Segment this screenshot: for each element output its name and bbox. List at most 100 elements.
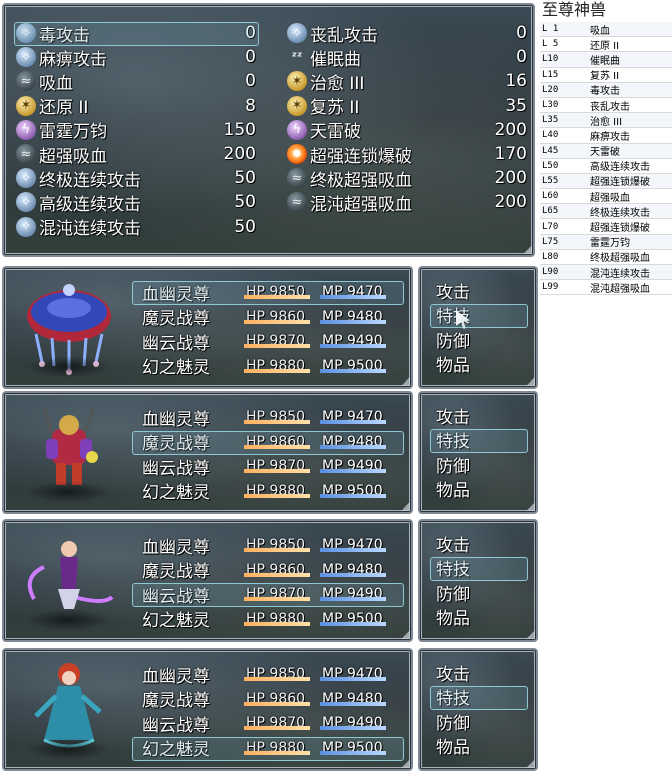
skill-item[interactable]: ✶ 治愈 III 16 [287,69,527,94]
skill-cost: 170 [494,144,527,165]
learn-table-row: L 5 还原 II [540,37,672,53]
party-member-row[interactable]: 血幽灵尊 HP 9850 MP 9470 [132,280,404,305]
skill-name: 终极连续攻击 [39,170,141,191]
skill-name: 终极超强吸血 [310,170,412,191]
thunder-icon: ϟ [287,119,307,140]
skill-item[interactable]: ✧ 丧乱攻击 0 [287,21,527,46]
skill-cost: 50 [234,168,256,189]
learn-level: L40 [542,130,559,141]
skill-item[interactable]: ✧ 毒攻击 0 [14,21,259,47]
skill-name: 超强连锁爆破 [310,146,412,167]
skill-cost: 200 [494,168,527,189]
combo-icon: ✧ [16,216,36,237]
party-member-row[interactable]: 魔灵战尊 HP 9860 MP 9480 [132,687,402,711]
command-defend[interactable]: 防御 [430,709,530,734]
command-attack[interactable]: 攻击 [430,278,530,303]
skill-item[interactable]: ✹ 超强连锁爆破 170 [287,142,527,167]
sleep-icon: ᶻᶻ [291,49,303,65]
party-member-row[interactable]: 幽云战尊 HP 9870 MP 9490 [132,329,402,354]
skill-item[interactable]: ≈ 混沌超强吸血 200 [287,190,527,215]
command-window: 攻击 特技 防御 物品 [418,519,538,642]
command-skill[interactable]: 特技 [430,556,530,580]
command-label: 物品 [436,738,470,759]
command-defend[interactable]: 防御 [430,580,530,605]
command-attack[interactable]: 攻击 [430,531,530,556]
skill-name: 催眠曲 [310,49,361,70]
learn-level: L90 [542,267,559,278]
party-member-row[interactable]: 幻之魅灵 HP 9880 MP 9500 [132,607,402,631]
party-member-row[interactable]: 幻之魅灵 HP 9880 MP 9500 [132,479,402,503]
skill-cost: 0 [245,47,256,68]
hp-value: HP 9860 [244,309,320,325]
party-member-row[interactable]: 幽云战尊 HP 9870 MP 9490 [132,582,404,607]
skill-name: 还原 II [39,98,89,119]
learn-level: L35 [542,115,559,126]
learn-table-row: L55 超强连锁爆破 [540,173,672,190]
command-window: 攻击 特技 防御 物品 [418,266,538,389]
learn-table-row: L40 麻痹攻击 [540,128,672,144]
party-member-row[interactable]: 血幽灵尊 HP 9850 MP 9470 [132,405,402,430]
command-item[interactable]: 物品 [430,734,530,759]
party-member-row[interactable]: 魔灵战尊 HP 9860 MP 9480 [132,430,404,454]
skill-item[interactable]: ≈ 终极超强吸血 200 [287,166,527,191]
command-item[interactable]: 物品 [430,477,530,502]
command-label: 物品 [436,481,470,502]
command-skill[interactable]: 特技 [430,428,530,452]
party-member-list: 血幽灵尊 HP 9850 MP 9470 魔灵战尊 HP 9860 MP 9480 幽云战尊… [132,533,404,631]
member-name: 幽云战尊 [142,715,210,736]
hp-value: HP 9880 [244,483,320,499]
party-member-row[interactable]: 幻之魅灵 HP 9880 MP 9500 [132,354,402,378]
skill-item[interactable]: ≈ 超强吸血 200 [16,142,256,167]
mp-value: MP 9490 [320,333,396,349]
command-item[interactable]: 物品 [430,352,530,376]
command-window: 攻击 特技 防御物品 [418,648,538,771]
party-member-row[interactable]: 幻之魅灵 HP 9880 MP 9500 [132,736,404,760]
command-skill[interactable]: 特技 [430,303,530,329]
skill-name: 天雷破 [310,122,361,143]
skill-item[interactable]: ᶻᶻ 催眠曲 0 [287,45,527,70]
command-attack[interactable]: 攻击 [430,403,530,428]
skill-item[interactable]: ✧ 麻痹攻击 0 [16,45,256,70]
mp-value: MP 9470 [320,409,396,425]
skill-item[interactable]: ϟ 雷霆万钧 150 [16,118,256,142]
party-member-row[interactable]: 血幽灵尊 HP 9850 MP 9470 [132,533,402,558]
skill-cost: 200 [494,119,527,140]
skill-item[interactable]: ✶ 还原 II 8 [16,94,256,118]
party-member-row[interactable]: 魔灵战尊 HP 9860 MP 9480 [132,558,402,583]
skill-item[interactable]: ✧ 终极连续攻击 50 [16,166,256,191]
member-name: 魔灵战尊 [142,562,210,583]
command-label: 攻击 [436,282,470,303]
party-member-row[interactable]: 血幽灵尊 HP 9850 MP 9470 [132,662,402,687]
skill-item[interactable]: ✧ 高级连续攻击 50 [16,190,256,215]
learn-table-row: L10 催眠曲 [540,52,672,68]
learn-skill: 吸血 [590,25,610,37]
learn-skill: 终极连续攻击 [590,207,650,219]
skill-item[interactable]: ≈ 吸血 0 [16,69,256,94]
mp-value: MP 9500 [320,483,396,499]
learn-level: L60 [542,191,559,202]
command-item[interactable]: 物品 [430,605,530,629]
command-list: 攻击 特技 防御 物品 [430,531,530,629]
skill-name: 复苏 II [310,98,360,119]
skill-item[interactable]: ✶ 复苏 II 35 [287,94,527,118]
mp-value: MP 9470 [320,284,396,300]
hp-value: HP 9850 [244,284,320,300]
skill-item[interactable]: ϟ 天雷破 200 [287,118,527,142]
command-list: 攻击 特技 防御物品 [430,403,530,501]
command-defend[interactable]: 防御 [430,327,530,352]
party-member-row[interactable]: 幽云战尊 HP 9870 MP 9490 [132,454,402,479]
skill-item[interactable]: ✧ 混沌连续攻击 50 [16,215,256,239]
command-skill[interactable]: 特技 [430,685,530,709]
skill-cost: 8 [245,95,256,116]
learn-table-row: L15 复苏 II [540,68,672,83]
blue-spirit-portrait [14,656,124,764]
command-attack[interactable]: 攻击 [430,660,530,685]
skill-cost: 0 [516,23,527,44]
party-member-row[interactable]: 魔灵战尊 HP 9860 MP 9480 [132,305,402,329]
skill-name: 麻痹攻击 [39,49,107,70]
learn-table-row: L65 终极连续攻击 [540,204,672,220]
learn-level: L 1 [542,24,559,35]
learn-level: L50 [542,160,559,171]
party-member-row[interactable]: 幽云战尊 HP 9870 MP 9490 [132,711,402,736]
command-defend[interactable]: 防御 [430,452,530,477]
